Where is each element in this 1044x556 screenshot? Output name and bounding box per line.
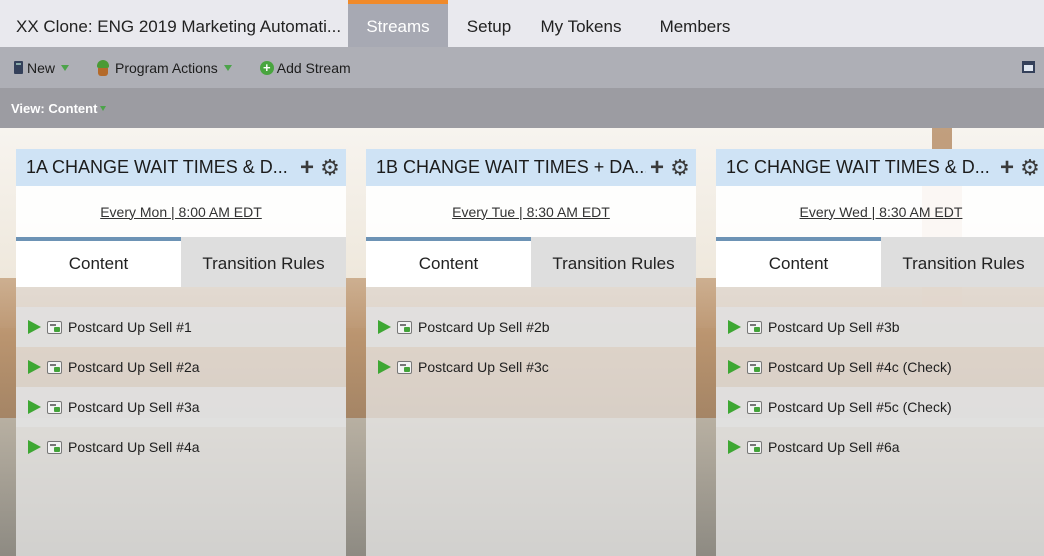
email-icon <box>747 320 762 334</box>
stream-title[interactable]: 1B CHANGE WAIT TIMES + DA... <box>376 157 646 178</box>
add-content-icon[interactable]: + <box>996 155 1018 179</box>
dropdown-arrow-icon <box>223 64 232 71</box>
play-icon <box>728 400 741 414</box>
list-item[interactable]: Postcard Up Sell #3c <box>366 347 696 387</box>
content-list: Postcard Up Sell #1 Postcard Up Sell #2a… <box>16 287 346 556</box>
gear-icon[interactable]: ⚙ <box>668 155 692 181</box>
program-actions-label: Program Actions <box>115 59 218 76</box>
list-item[interactable]: Postcard Up Sell #3a <box>16 387 346 427</box>
list-item-label: Postcard Up Sell #3c <box>418 359 549 375</box>
stream-schedule-link[interactable]: Every Tue | 8:30 AM EDT <box>452 204 610 220</box>
new-label: New <box>27 59 56 76</box>
list-item-label: Postcard Up Sell #3b <box>768 319 900 335</box>
view-selector[interactable]: View: Content <box>11 101 97 116</box>
add-content-icon[interactable]: + <box>646 155 668 179</box>
play-icon <box>378 360 391 374</box>
stream-column: 1A CHANGE WAIT TIMES & D... + ⚙ Every Mo… <box>16 149 346 556</box>
list-item[interactable]: Postcard Up Sell #4a <box>16 427 346 467</box>
list-item[interactable]: Postcard Up Sell #1 <box>16 307 346 347</box>
email-icon <box>47 360 62 374</box>
stream-title[interactable]: 1A CHANGE WAIT TIMES & D... <box>26 157 296 178</box>
email-icon <box>747 440 762 454</box>
stream-header: 1C CHANGE WAIT TIMES & D... + ⚙ <box>716 149 1044 186</box>
stream-header: 1A CHANGE WAIT TIMES & D... + ⚙ <box>16 149 346 186</box>
play-icon <box>28 400 41 414</box>
new-menu-button[interactable]: New <box>14 59 70 76</box>
view-dropdown-arrow-icon[interactable] <box>100 105 107 111</box>
list-item-label: Postcard Up Sell #1 <box>68 319 192 335</box>
stream-header: 1B CHANGE WAIT TIMES + DA... + ⚙ <box>366 149 696 186</box>
gear-icon[interactable]: ⚙ <box>318 155 342 181</box>
email-icon <box>397 360 412 374</box>
list-item[interactable]: Postcard Up Sell #5c (Check) <box>716 387 1044 427</box>
tab-content[interactable]: Content <box>716 237 881 287</box>
add-stream-label: Add Stream <box>276 59 351 76</box>
view-bar: View: Content <box>0 88 1044 128</box>
list-item[interactable]: Postcard Up Sell #6a <box>716 427 1044 467</box>
email-icon <box>747 360 762 374</box>
play-icon <box>28 360 41 374</box>
list-item[interactable]: Postcard Up Sell #4c (Check) <box>716 347 1044 387</box>
dropdown-arrow-icon <box>61 64 70 71</box>
list-item-label: Postcard Up Sell #4c (Check) <box>768 359 952 375</box>
play-icon <box>728 320 741 334</box>
gear-icon[interactable]: ⚙ <box>1018 155 1042 181</box>
tab-transition-rules[interactable]: Transition Rules <box>531 237 696 287</box>
add-stream-button[interactable]: + Add Stream <box>259 59 351 76</box>
tab-transition-rules[interactable]: Transition Rules <box>181 237 346 287</box>
stream-title[interactable]: 1C CHANGE WAIT TIMES & D... <box>726 157 996 178</box>
list-item-label: Postcard Up Sell #5c (Check) <box>768 399 952 415</box>
list-item-label: Postcard Up Sell #6a <box>768 439 900 455</box>
list-item-label: Postcard Up Sell #2a <box>68 359 200 375</box>
play-icon <box>728 440 741 454</box>
new-document-icon <box>14 61 23 74</box>
email-icon <box>47 320 62 334</box>
top-tab-bar: XX Clone: ENG 2019 Marketing Automati...… <box>0 0 1044 47</box>
program-title[interactable]: XX Clone: ENG 2019 Marketing Automati... <box>0 0 348 47</box>
list-item-label: Postcard Up Sell #3a <box>68 399 200 415</box>
content-list: Postcard Up Sell #2b Postcard Up Sell #3… <box>366 287 696 556</box>
list-item[interactable]: Postcard Up Sell #2b <box>366 307 696 347</box>
play-icon <box>28 320 41 334</box>
list-item-label: Postcard Up Sell #4a <box>68 439 200 455</box>
tab-setup[interactable]: Setup <box>448 0 530 47</box>
tab-members[interactable]: Members <box>632 0 758 47</box>
tab-content[interactable]: Content <box>366 237 531 287</box>
window-maximize-icon[interactable] <box>1022 61 1035 73</box>
email-icon <box>747 400 762 414</box>
stream-schedule-link[interactable]: Every Wed | 8:30 AM EDT <box>800 204 963 220</box>
stream-column: 1B CHANGE WAIT TIMES + DA... + ⚙ Every T… <box>366 149 696 556</box>
content-list: Postcard Up Sell #3b Postcard Up Sell #4… <box>716 287 1044 556</box>
add-content-icon[interactable]: + <box>296 155 318 179</box>
stream-column: 1C CHANGE WAIT TIMES & D... + ⚙ Every We… <box>716 149 1044 556</box>
list-item[interactable]: Postcard Up Sell #2a <box>16 347 346 387</box>
program-plant-icon <box>95 59 111 76</box>
tab-transition-rules[interactable]: Transition Rules <box>881 237 1044 287</box>
program-actions-button[interactable]: Program Actions <box>95 59 232 76</box>
tab-streams[interactable]: Streams <box>348 0 448 47</box>
play-icon <box>728 360 741 374</box>
tab-my-tokens[interactable]: My Tokens <box>530 0 632 47</box>
list-item[interactable]: Postcard Up Sell #3b <box>716 307 1044 347</box>
email-icon <box>47 400 62 414</box>
stream-schedule-link[interactable]: Every Mon | 8:00 AM EDT <box>100 204 262 220</box>
email-icon <box>397 320 412 334</box>
email-icon <box>47 440 62 454</box>
play-icon <box>378 320 391 334</box>
tab-content[interactable]: Content <box>16 237 181 287</box>
add-circle-icon: + <box>259 60 274 75</box>
play-icon <box>28 440 41 454</box>
list-item-label: Postcard Up Sell #2b <box>418 319 550 335</box>
toolbar: New Program Actions + Add Stream <box>0 47 1044 88</box>
